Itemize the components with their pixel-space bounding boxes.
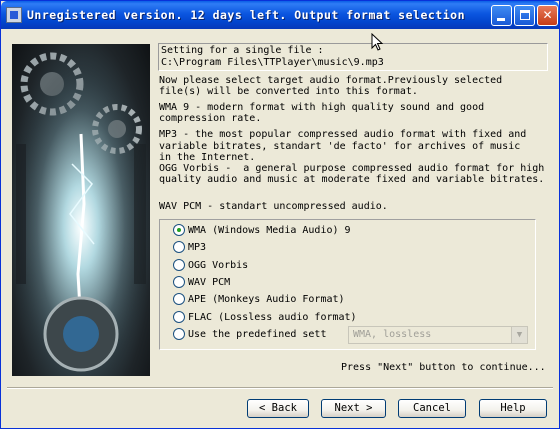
radio-predefined[interactable]: Use the predefined sett — [173, 326, 326, 342]
help-button[interactable]: Help — [479, 399, 547, 418]
continue-hint: Press "Next" button to continue... — [341, 362, 546, 373]
radio-button[interactable] — [173, 311, 185, 323]
radio-label: WMA (Windows Media Audio) 9 — [188, 224, 351, 236]
window-title: Unregistered version. 12 days left. Outp… — [27, 8, 465, 22]
format-group: WMA (Windows Media Audio) 9 MP3 OGG Vorb… — [159, 219, 536, 350]
radio-label: MP3 — [188, 241, 207, 253]
sidebar-artwork — [12, 44, 150, 376]
dialog-window: Unregistered version. 12 days left. Outp… — [0, 0, 560, 429]
description-line: WMA 9 - modern format with high quality … — [159, 102, 485, 113]
select-value: WMA, lossless — [353, 329, 432, 340]
predefined-settings-select[interactable]: WMA, lossless ▼ — [348, 326, 528, 344]
description-line: OGG Vorbis - a general purpose compresse… — [159, 163, 545, 174]
radio-mp3[interactable]: MP3 — [173, 239, 206, 255]
source-file-path: C:\Program Files\TTPlayer\music\9.mp3 — [161, 57, 384, 68]
minimize-icon — [497, 18, 505, 21]
radio-ogg[interactable]: OGG Vorbis — [173, 257, 248, 273]
radio-label: Use the predefined sett — [188, 328, 327, 340]
description-line: MP3 - the most popular compressed audio … — [159, 129, 527, 140]
description-line: compression rate. — [159, 113, 262, 124]
description-line: Now please select target audio format.Pr… — [159, 75, 503, 86]
back-button[interactable]: < Back — [247, 399, 309, 418]
description-line: WAV PCM - standart uncompressed audio. — [159, 201, 388, 212]
radio-label: WAV PCM — [188, 276, 231, 288]
minimize-button[interactable] — [491, 5, 512, 26]
title-bar[interactable]: Unregistered version. 12 days left. Outp… — [1, 1, 559, 29]
radio-button[interactable] — [173, 293, 185, 305]
disc-center — [63, 316, 99, 352]
description-line: quality audio and music at moderate fixe… — [159, 174, 545, 185]
radio-label: FLAC (Lossless audio format) — [188, 311, 357, 323]
close-button[interactable]: ✕ — [537, 5, 558, 26]
side-strip — [16, 144, 26, 284]
setting-label: Setting for a single file : — [161, 45, 324, 56]
close-icon: ✕ — [542, 8, 553, 22]
radio-wav[interactable]: WAV PCM — [173, 274, 230, 290]
radio-ape[interactable]: APE (Monkeys Audio Format) — [173, 291, 345, 307]
description-line: variable bitrates, standart 'de facto' f… — [159, 141, 521, 152]
artwork-graphic — [12, 44, 150, 376]
radio-button[interactable] — [173, 328, 185, 340]
radio-button[interactable] — [173, 276, 185, 288]
radio-button[interactable] — [173, 241, 185, 253]
radio-wma[interactable]: WMA (Windows Media Audio) 9 — [173, 222, 351, 238]
radio-flac[interactable]: FLAC (Lossless audio format) — [173, 309, 357, 325]
radio-label: OGG Vorbis — [188, 259, 249, 271]
description-line: in the Internet. — [159, 152, 256, 163]
chevron-down-icon[interactable]: ▼ — [511, 327, 527, 343]
mouse-pointer-icon — [371, 33, 384, 51]
maximize-icon — [520, 10, 530, 20]
divider — [7, 387, 553, 389]
app-icon — [6, 7, 22, 23]
source-file-box: Setting for a single file : C:\Program F… — [158, 43, 548, 71]
description-line: file(s) will be converted into this form… — [159, 86, 418, 97]
radio-button[interactable] — [173, 224, 185, 236]
maximize-button[interactable] — [514, 5, 535, 26]
radio-button[interactable] — [173, 259, 185, 271]
side-strip — [134, 144, 146, 284]
cancel-button[interactable]: Cancel — [398, 399, 466, 418]
radio-label: APE (Monkeys Audio Format) — [188, 293, 345, 305]
next-button[interactable]: Next > — [321, 399, 386, 418]
